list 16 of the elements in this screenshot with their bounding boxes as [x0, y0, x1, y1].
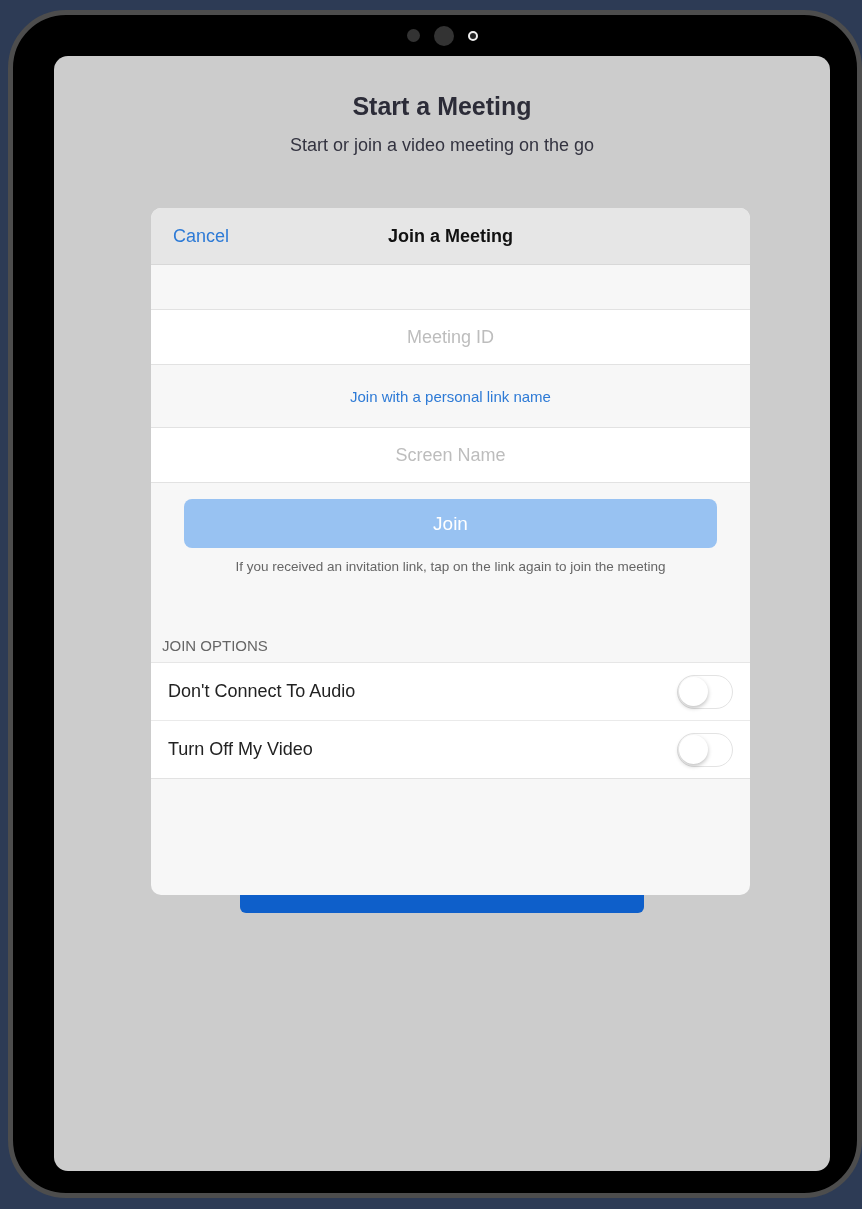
dialog-title: Join a Meeting	[388, 225, 513, 247]
lens-icon	[467, 30, 478, 41]
sensor-icon	[406, 29, 420, 42]
text-field[interactable]: Meeting ID	[151, 309, 750, 365]
screen-subtitle: Start or join a video meeting on the go	[289, 135, 595, 156]
text-field[interactable]: Screen Name	[151, 427, 750, 483]
toggle-switch[interactable]	[677, 732, 733, 767]
option-label: Don't Connect To Audio	[168, 681, 356, 702]
join-hint: If you received an invitation link, tap on the link again to join the meeting	[234, 559, 667, 574]
cancel-button[interactable]: Cancel	[173, 225, 230, 247]
option-label: Turn Off My Video	[168, 739, 313, 760]
personal-link[interactable]: Join with a personal link name	[350, 387, 551, 405]
screen-title: Start a Meeting	[352, 92, 532, 121]
camera-icon	[433, 25, 454, 46]
options-header: JOIN OPTIONS	[162, 637, 269, 654]
toggle-switch[interactable]	[677, 674, 733, 709]
